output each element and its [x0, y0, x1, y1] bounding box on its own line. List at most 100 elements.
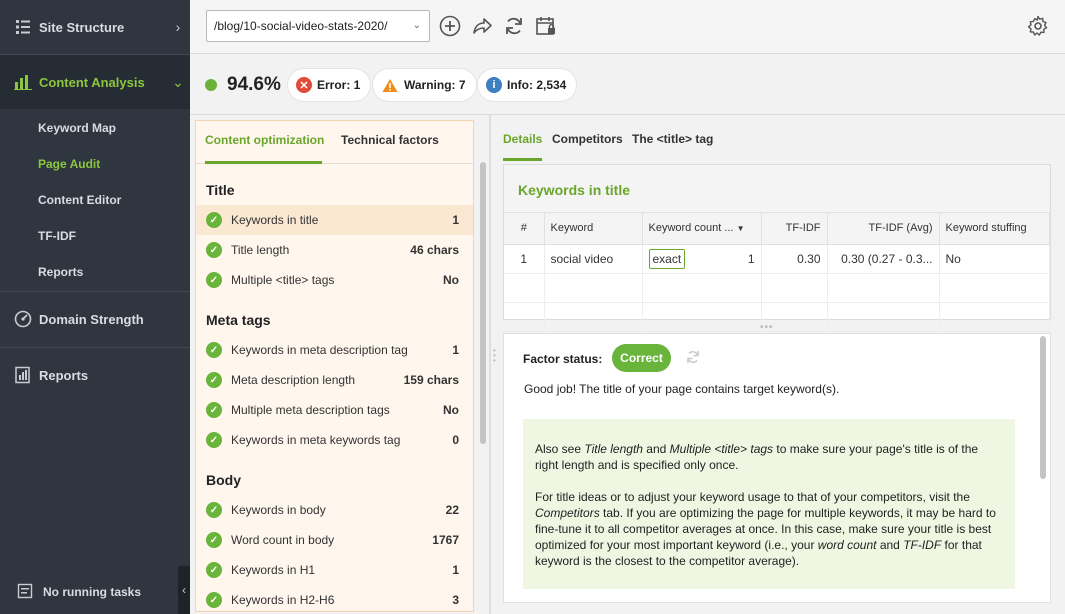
- column-header[interactable]: #: [504, 213, 545, 245]
- panel-header: Keywords in title: [504, 165, 1050, 213]
- tab-content-optimization[interactable]: Content optimization: [205, 133, 324, 147]
- section-title: Title: [206, 182, 235, 198]
- sidebar-label: Reports: [39, 367, 89, 383]
- domain-strength-icon: [14, 310, 32, 328]
- sort-icon: ▼: [736, 224, 745, 234]
- check-icon: ✓: [206, 212, 222, 228]
- panel-splitter[interactable]: [489, 115, 491, 614]
- factor-row[interactable]: ✓ Keywords in H1 1: [196, 555, 473, 585]
- tip-box: Also see Title length and Multiple <titl…: [523, 419, 1015, 589]
- sidebar-item-tf-idf[interactable]: TF-IDF: [0, 218, 190, 254]
- refresh-icon[interactable]: [502, 14, 526, 38]
- tab-technical-factors[interactable]: Technical factors: [341, 133, 439, 147]
- toolbar: /blog/10-social-video-stats-2020/ ⌄: [190, 0, 1065, 54]
- factors-panel: Content optimization Technical factors T…: [195, 120, 474, 612]
- add-icon[interactable]: [438, 14, 462, 38]
- error-label: Error: 1: [317, 78, 361, 92]
- tab-underline: [205, 161, 322, 164]
- factor-value: 1: [452, 343, 459, 357]
- factors-tabs: Content optimization Technical factors: [196, 121, 473, 164]
- status-bar: 94.6% ✕ Error: 1 Warning: 7 i Info: 2,53…: [190, 55, 1065, 115]
- factor-row[interactable]: ✓ Title length 46 chars: [196, 235, 473, 265]
- factor-row[interactable]: ✓ Keywords in H2-H6 3: [196, 585, 473, 611]
- column-header[interactable]: Keyword count ... ▼: [642, 213, 762, 245]
- collapse-sidebar-button[interactable]: ‹: [178, 566, 190, 614]
- factor-row[interactable]: ✓ Keywords in body 22: [196, 495, 473, 525]
- sidebar-label: Content Analysis: [39, 74, 145, 90]
- sidebar-item-content-editor[interactable]: Content Editor: [0, 182, 190, 218]
- keywords-table: # Keyword Keyword count ... ▼ TF-IDF TF-…: [504, 213, 1050, 332]
- sidebar-item-site-structure[interactable]: Site Structure ›: [0, 0, 190, 54]
- column-header[interactable]: Keyword stuffing: [939, 213, 1050, 245]
- error-badge[interactable]: ✕ Error: 1: [288, 69, 371, 101]
- factor-row[interactable]: ✓ Meta description length 159 chars: [196, 365, 473, 395]
- factor-row[interactable]: ✓ Word count in body 1767: [196, 525, 473, 555]
- tab-details[interactable]: Details: [503, 132, 542, 146]
- sidebar-item-reports[interactable]: Reports: [0, 348, 190, 402]
- column-header-label: Keyword count ...: [648, 222, 734, 235]
- factor-value: 1: [452, 213, 459, 227]
- factor-name: Keywords in body: [231, 503, 326, 517]
- calendar-icon[interactable]: [534, 14, 558, 38]
- check-icon: ✓: [206, 532, 222, 548]
- match-type-badge[interactable]: exact: [648, 248, 686, 269]
- tasks-icon: [17, 583, 33, 602]
- table-cell: 0.30: [761, 244, 828, 274]
- chevron-down-icon: ⌄: [412, 20, 421, 31]
- factor-value: 1: [452, 563, 459, 577]
- chevron-right-icon: ›: [175, 19, 181, 35]
- factor-name: Keywords in H1: [231, 563, 316, 577]
- link-multiple-title-tags[interactable]: Multiple <title> tags: [670, 442, 773, 456]
- sidebar-item-page-audit[interactable]: Page Audit: [0, 146, 190, 182]
- link-competitors[interactable]: Competitors: [535, 506, 600, 520]
- horizontal-splitter[interactable]: •••: [760, 322, 780, 333]
- factor-row[interactable]: ✓ Keywords in meta description tag 1: [196, 335, 473, 365]
- table-cell: 0.30 (0.27 - 0.3...: [827, 244, 940, 274]
- factor-name: Keywords in H2-H6: [231, 593, 335, 607]
- table-row-empty: [504, 273, 1050, 303]
- factor-value: 22: [445, 503, 459, 517]
- check-icon: ✓: [206, 592, 222, 608]
- error-icon: ✕: [296, 77, 312, 93]
- factor-name: Multiple meta description tags: [231, 403, 390, 417]
- factor-value: No: [443, 403, 459, 417]
- url-select[interactable]: /blog/10-social-video-stats-2020/ ⌄: [206, 10, 430, 42]
- check-icon: ✓: [206, 342, 222, 358]
- section-title: Body: [206, 472, 241, 488]
- sidebar-item-domain-strength[interactable]: Domain Strength: [0, 292, 190, 346]
- sidebar-item-keyword-map[interactable]: Keyword Map: [0, 110, 190, 146]
- warning-icon: [381, 77, 399, 93]
- factor-row[interactable]: ✓ Keywords in meta keywords tag 0: [196, 425, 473, 455]
- link-title-length[interactable]: Title length: [584, 442, 643, 456]
- table-cell: social video: [544, 244, 643, 274]
- details-scrollbar[interactable]: [1040, 336, 1046, 479]
- factor-value: No: [443, 273, 459, 287]
- factor-name: Keywords in meta description tag: [231, 343, 408, 357]
- warning-badge[interactable]: Warning: 7: [373, 69, 476, 101]
- splitter-grip[interactable]: • • •: [493, 347, 499, 368]
- warning-label: Warning: 7: [404, 78, 466, 92]
- factor-row[interactable]: ✓ Keywords in title 1: [196, 205, 473, 235]
- check-icon: ✓: [206, 502, 222, 518]
- sidebar-item-reports-sub[interactable]: Reports: [0, 254, 190, 290]
- factors-scrollbar[interactable]: [480, 162, 486, 444]
- refresh-icon[interactable]: [685, 349, 701, 365]
- info-badge[interactable]: i Info: 2,534: [478, 69, 577, 101]
- sidebar-item-content-analysis[interactable]: Content Analysis ⌄: [0, 55, 190, 109]
- factor-row[interactable]: ✓ Multiple meta description tags No: [196, 395, 473, 425]
- reports-icon: [14, 366, 32, 384]
- table-cell: 1: [504, 244, 545, 274]
- column-header[interactable]: TF-IDF: [761, 213, 828, 245]
- running-tasks[interactable]: No running tasks: [0, 570, 178, 614]
- table-row[interactable]: 1 social video exact 1 0.30 0.30 (0.27 -…: [504, 244, 1050, 274]
- keywords-table-panel: Keywords in title # Keyword Keyword coun…: [503, 164, 1051, 332]
- table-cell: exact 1: [642, 244, 762, 274]
- column-header[interactable]: Keyword: [544, 213, 643, 245]
- column-header[interactable]: TF-IDF (Avg): [827, 213, 940, 245]
- factor-name: Title length: [231, 243, 290, 257]
- settings-icon[interactable]: [1026, 14, 1050, 38]
- factor-row[interactable]: ✓ Multiple <title> tags No: [196, 265, 473, 295]
- tab-title-tag[interactable]: The <title> tag: [632, 132, 713, 146]
- tab-competitors[interactable]: Competitors: [552, 132, 623, 146]
- share-icon[interactable]: [470, 14, 494, 38]
